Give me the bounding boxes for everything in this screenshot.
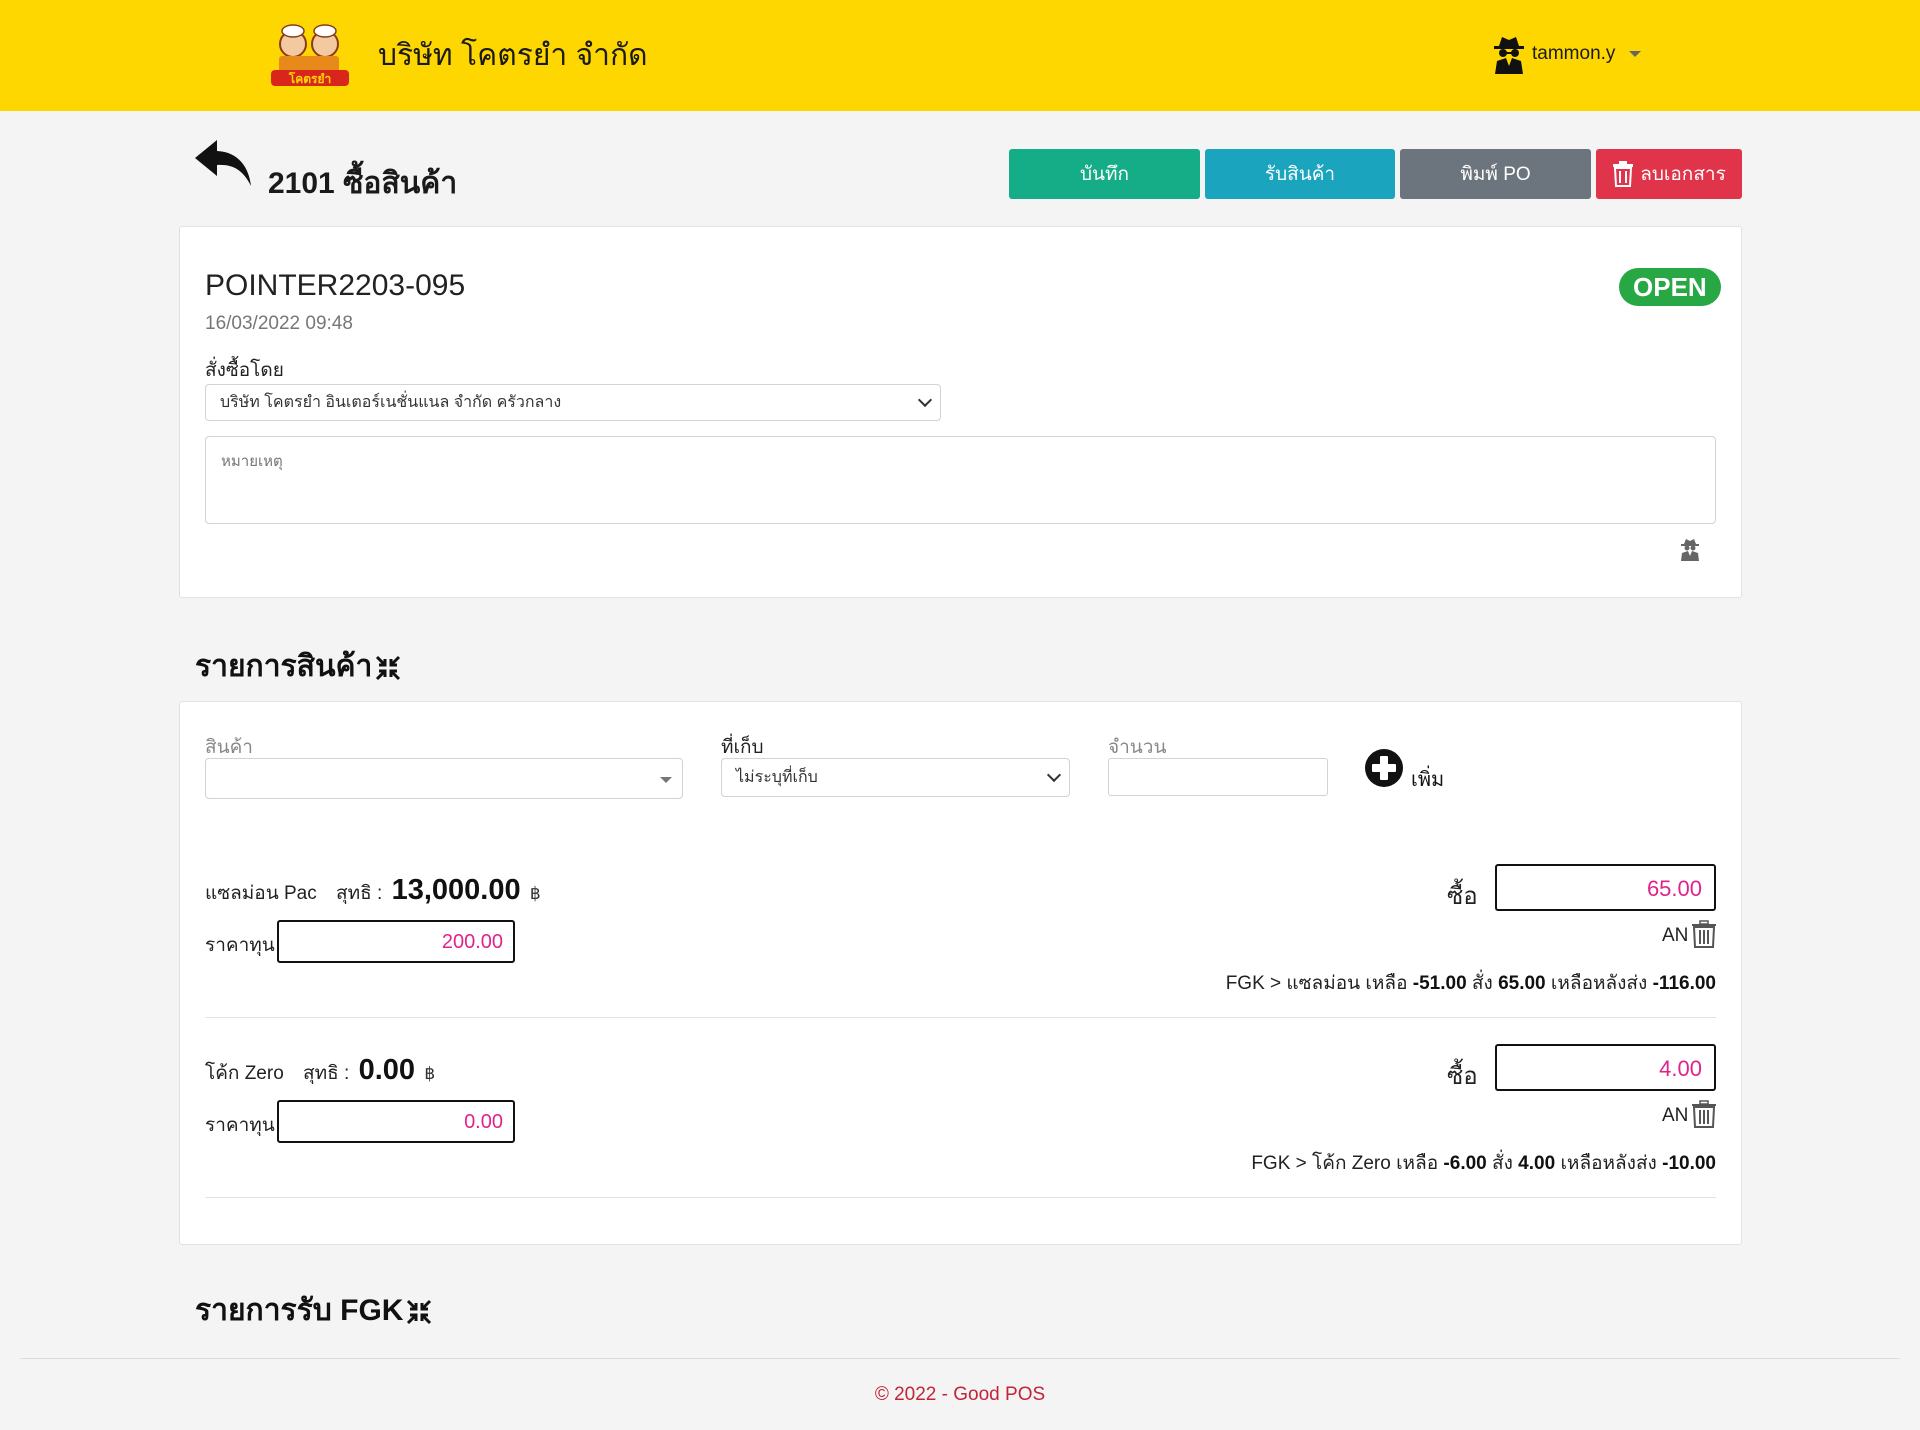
net-amount: 13,000.00 xyxy=(391,874,521,906)
currency: ฿ xyxy=(529,884,541,903)
cost-input[interactable]: 200.00 xyxy=(277,920,515,963)
trash-icon xyxy=(1613,161,1634,187)
delete-label: ลบเอกสาร xyxy=(1640,164,1726,185)
item-name-row: แซลม่อน Pac สุทธิ : 13,000.00 ฿ xyxy=(205,874,541,908)
item-name: โค้ก Zero xyxy=(205,1063,284,1084)
stock-after: -10.00 xyxy=(1662,1153,1716,1174)
stock-after: -116.00 xyxy=(1652,973,1716,994)
chevron-down-icon xyxy=(1629,51,1642,57)
stock-order: 65.00 xyxy=(1498,973,1546,994)
buy-quantity-input[interactable]: 65.00 xyxy=(1495,864,1716,911)
store-select[interactable]: ไม่ระบุที่เก็บ xyxy=(721,758,1070,797)
item-name: แซลม่อน Pac xyxy=(205,883,317,904)
buy-label: ซื้อ xyxy=(1447,1063,1478,1090)
stock-order-label: สั่ง xyxy=(1471,973,1493,994)
receive-section-title: รายการรับ FGK xyxy=(195,1287,433,1334)
cost-input[interactable]: 0.00 xyxy=(277,1100,515,1143)
user-spy-icon xyxy=(1494,37,1524,74)
footer-divider xyxy=(20,1358,1900,1359)
dropdown-arrow-icon xyxy=(660,777,672,783)
user-menu[interactable]: tammon.y xyxy=(1492,34,1642,74)
add-button[interactable]: เพิ่ม xyxy=(1411,763,1444,795)
net-amount: 0.00 xyxy=(358,1054,416,1086)
receive-section-label: รายการรับ FGK xyxy=(195,1294,404,1327)
company-name: บริษัท โคตรยำ จำกัด xyxy=(378,39,648,72)
stock-after-label: เหลือหลังส่ง xyxy=(1560,1153,1657,1174)
chevron-down-icon xyxy=(1046,767,1062,782)
quantity-input[interactable] xyxy=(1108,758,1328,796)
footer-copyright: © 2022 - Good POS xyxy=(874,1384,1046,1405)
trash-icon[interactable] xyxy=(1691,920,1717,948)
cost-label: ราคาทุน xyxy=(205,1115,275,1136)
buy-quantity-input[interactable]: 4.00 xyxy=(1495,1044,1716,1091)
stock-order: 4.00 xyxy=(1518,1153,1556,1174)
receive-goods-button[interactable]: รับสินค้า xyxy=(1205,149,1395,199)
stock-summary: FGK > โค้ก Zero เหลือ -6.00 สั่ง 4.00 เห… xyxy=(1251,1148,1716,1178)
store-value: ไม่ระบุที่เก็บ xyxy=(736,769,818,786)
back-arrow-icon[interactable] xyxy=(193,138,255,190)
stock-remain: -51.00 xyxy=(1412,973,1467,994)
order-by-value: บริษัท โคตรยำ อินเตอร์เนชั่นแนล จำกัด คร… xyxy=(220,394,562,411)
page-title: 2101 ซื้อสินค้า xyxy=(268,167,458,200)
net-label: สุทธิ : xyxy=(336,883,383,904)
stock-order-label: สั่ง xyxy=(1492,1153,1513,1174)
stock-summary: FGK > แซลม่อน เหลือ -51.00 สั่ง 65.00 เห… xyxy=(1226,968,1716,998)
stock-remain: -6.00 xyxy=(1443,1153,1487,1174)
document-datetime: 16/03/2022 09:48 xyxy=(205,313,353,334)
trash-icon[interactable] xyxy=(1691,1100,1717,1128)
items-section-title: รายการสินค้า xyxy=(195,643,402,690)
items-section-label: รายการสินค้า xyxy=(195,650,373,683)
document-number: POINTER2203-095 xyxy=(205,269,466,302)
company-logo[interactable]: โคตรยำ xyxy=(265,22,355,90)
print-po-button[interactable]: พิมพ์ PO xyxy=(1400,149,1591,199)
order-by-label: สั่งซื้อโดย xyxy=(205,360,284,381)
note-textarea[interactable] xyxy=(205,436,1716,524)
order-by-select[interactable]: บริษัท โคตรยำ อินเตอร์เนชั่นแนล จำกัด คร… xyxy=(205,384,941,421)
plus-circle-icon[interactable] xyxy=(1364,748,1404,788)
status-badge: OPEN xyxy=(1619,268,1721,306)
buy-label: ซื้อ xyxy=(1447,883,1478,910)
user-spy-icon xyxy=(1681,539,1699,561)
stock-after-label: เหลือหลังส่ง xyxy=(1550,973,1648,994)
username: tammon.y xyxy=(1532,43,1616,64)
collapse-icon[interactable] xyxy=(405,1298,433,1326)
unit-code: AN xyxy=(1662,1105,1689,1126)
save-button[interactable]: บันทึก xyxy=(1009,149,1200,199)
cost-label: ราคาทุน xyxy=(205,935,275,956)
net-label: สุทธิ : xyxy=(303,1063,350,1084)
unit-code: AN xyxy=(1662,925,1689,946)
stock-prefix: FGK > โค้ก Zero เหลือ xyxy=(1251,1153,1439,1174)
row-divider xyxy=(205,1197,1716,1198)
chevron-down-icon xyxy=(917,392,933,407)
product-select[interactable] xyxy=(205,758,683,799)
delete-document-button[interactable]: ลบเอกสาร xyxy=(1596,149,1742,199)
item-name-row: โค้ก Zero สุทธิ : 0.00 ฿ xyxy=(205,1054,435,1088)
top-navbar: โคตรยำ บริษัท โคตรยำ จำกัด tammon.y xyxy=(0,0,1920,111)
stock-prefix: FGK > แซลม่อน เหลือ xyxy=(1225,973,1408,994)
logo-text: โคตรยำ xyxy=(288,71,331,86)
collapse-icon[interactable] xyxy=(374,654,402,682)
row-divider xyxy=(205,1017,1716,1018)
currency: ฿ xyxy=(424,1064,436,1083)
